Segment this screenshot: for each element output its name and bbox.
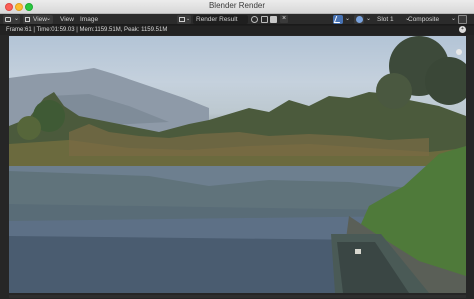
view-mode-label: View bbox=[33, 16, 47, 23]
image-canvas[interactable] bbox=[0, 35, 474, 299]
menu-image[interactable]: Image bbox=[78, 15, 100, 24]
sample-tool-icon bbox=[333, 16, 343, 23]
render-result-image bbox=[9, 36, 466, 293]
sidebar-icon[interactable] bbox=[458, 15, 467, 24]
shield-icon[interactable] bbox=[251, 16, 258, 23]
pass-dropdown[interactable]: Composite ⌄ bbox=[408, 15, 456, 24]
horizontal-scrollbar[interactable] bbox=[9, 295, 466, 298]
display-icon bbox=[356, 16, 363, 23]
chevron-down-icon: ⌄ bbox=[186, 16, 191, 22]
window-titlebar: Blender Render bbox=[0, 0, 474, 14]
view-icon bbox=[25, 17, 30, 22]
chevron-down-icon[interactable]: ⌄ bbox=[366, 15, 371, 24]
image-browse-button[interactable]: ⌄ bbox=[177, 15, 191, 24]
slot-label: Slot 1 bbox=[377, 16, 394, 23]
folder-icon[interactable] bbox=[270, 16, 277, 23]
slot-dropdown[interactable]: Slot 1 ⌄ bbox=[377, 15, 410, 24]
sidebar-toggle-icon[interactable]: + bbox=[459, 26, 466, 33]
display-mode-button[interactable] bbox=[354, 15, 364, 24]
landscape-render bbox=[9, 36, 466, 293]
render-info-bar: Frame:61 | Time:01:59.03 | Mem:1159.51M,… bbox=[0, 26, 474, 35]
window-title: Blender Render bbox=[208, 1, 266, 10]
chevron-down-icon: ⌄ bbox=[46, 16, 52, 22]
pass-label: Composite bbox=[408, 16, 440, 23]
image-name-field[interactable]: Render Result bbox=[193, 15, 248, 24]
navigation-gizmo-icon[interactable] bbox=[456, 49, 462, 55]
image-browse-icon bbox=[179, 17, 185, 22]
image-editor-header: ⌄ View ⌄ View Image ⌄ Render Result × ⌄ … bbox=[0, 14, 474, 25]
chevron-down-icon: ⌄ bbox=[14, 16, 20, 22]
chevron-down-icon: ⌄ bbox=[451, 16, 457, 22]
view-mode-dropdown[interactable]: View ⌄ bbox=[23, 15, 53, 24]
menu-view[interactable]: View bbox=[58, 15, 76, 24]
close-icon[interactable]: × bbox=[280, 15, 288, 23]
render-stats: Frame:61 | Time:01:59.03 | Mem:1159.51M,… bbox=[6, 27, 168, 33]
image-editor-icon bbox=[5, 17, 11, 22]
editor-type-button[interactable]: ⌄ bbox=[3, 15, 20, 24]
sample-tool-button[interactable] bbox=[333, 15, 343, 24]
chevron-down-icon[interactable]: ⌄ bbox=[345, 15, 350, 24]
copy-icon[interactable] bbox=[261, 16, 268, 23]
